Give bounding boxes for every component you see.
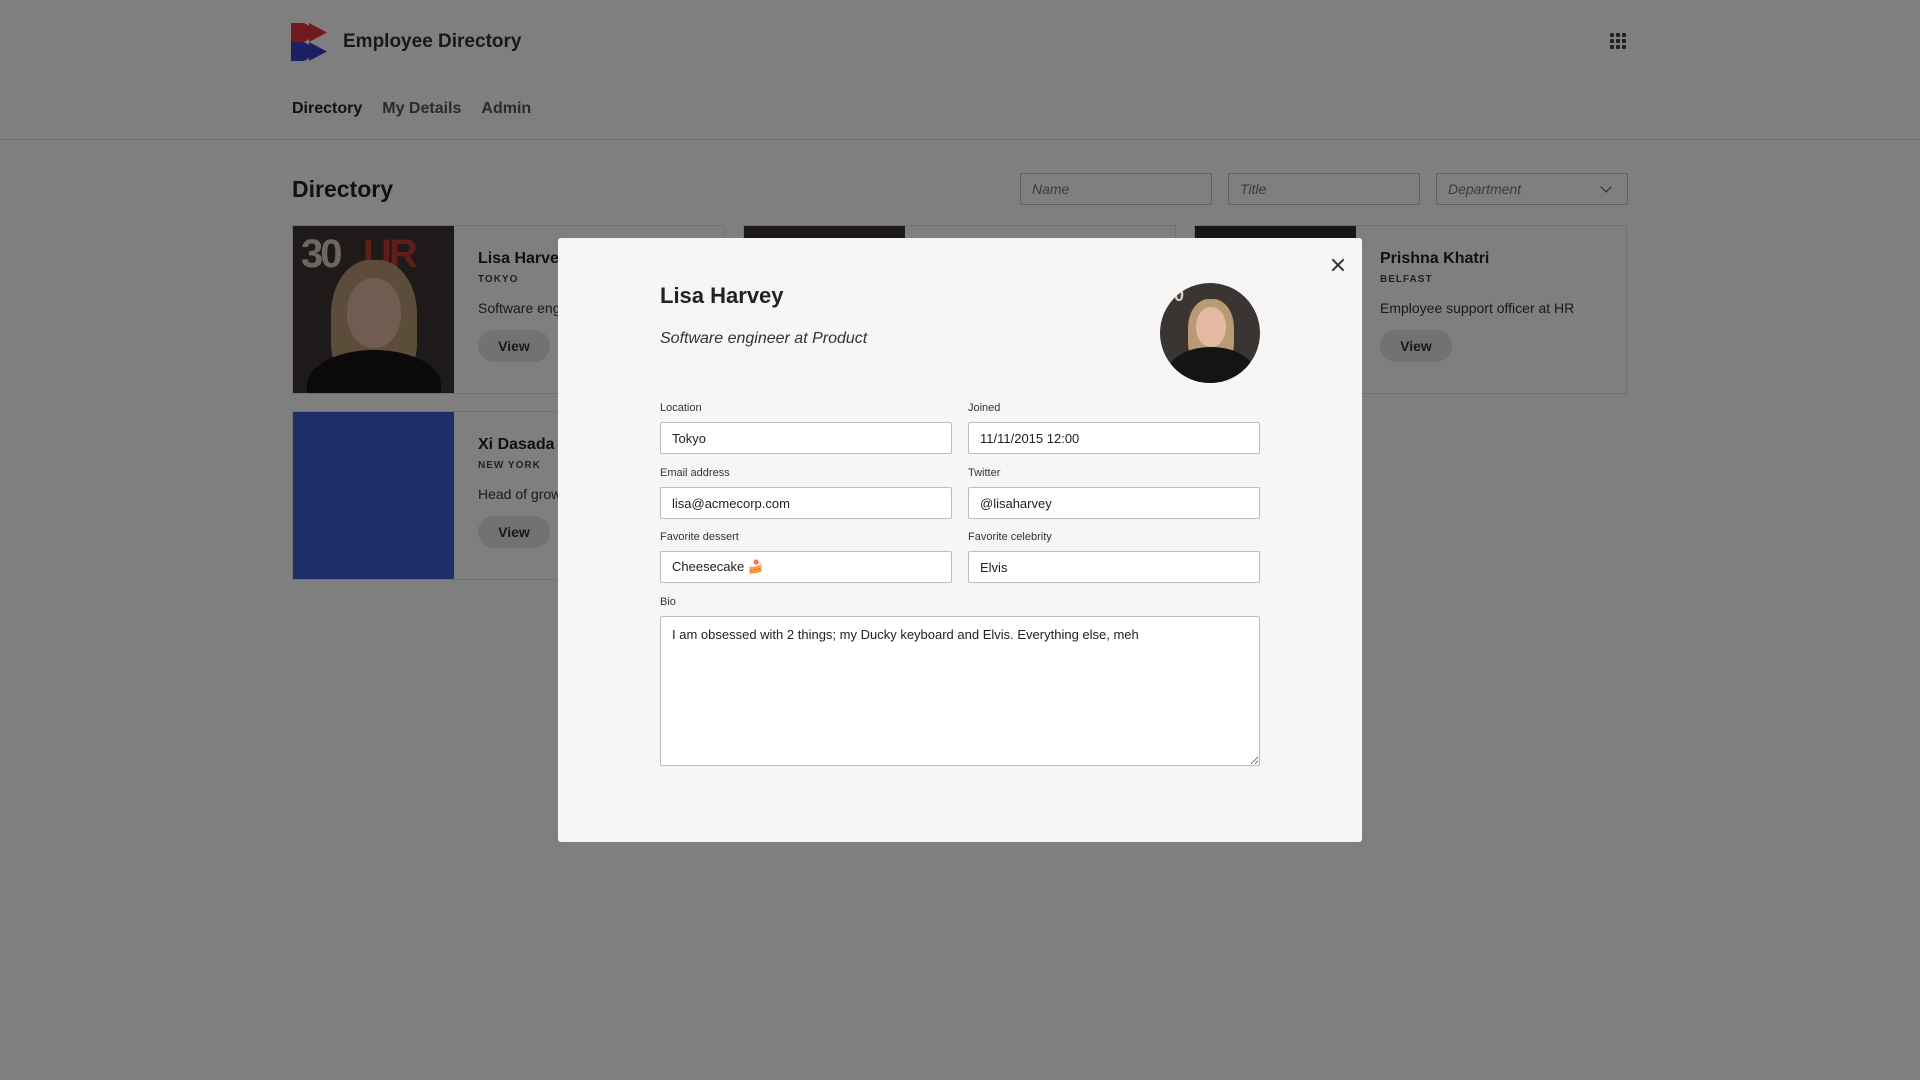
twitter-field[interactable] bbox=[968, 487, 1260, 519]
location-field[interactable] bbox=[660, 422, 952, 454]
modal-employee-subtitle: Software engineer at Product bbox=[660, 330, 868, 347]
location-label: Location bbox=[660, 402, 702, 414]
bio-label: Bio bbox=[660, 596, 676, 608]
dessert-label: Favorite dessert bbox=[660, 531, 739, 543]
email-label: Email address bbox=[660, 467, 730, 479]
dessert-field[interactable] bbox=[660, 551, 952, 583]
avatar: 30 bbox=[1160, 283, 1260, 383]
joined-label: Joined bbox=[968, 402, 1001, 414]
celebrity-label: Favorite celebrity bbox=[968, 531, 1052, 543]
close-icon[interactable] bbox=[1328, 255, 1348, 275]
bio-textarea[interactable]: I am obsessed with 2 things; my Ducky ke… bbox=[660, 616, 1260, 766]
celebrity-field[interactable] bbox=[968, 551, 1260, 583]
employee-detail-modal: Lisa Harvey Software engineer at Product… bbox=[558, 238, 1362, 842]
email-field[interactable] bbox=[660, 487, 952, 519]
joined-field[interactable] bbox=[968, 422, 1260, 454]
twitter-label: Twitter bbox=[968, 467, 1001, 479]
modal-employee-name: Lisa Harvey bbox=[660, 283, 784, 308]
